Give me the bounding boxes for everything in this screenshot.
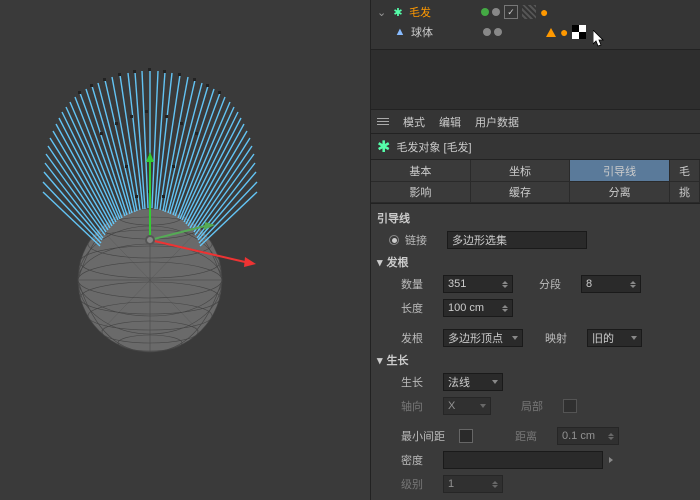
scene-render xyxy=(0,0,370,500)
count-label: 数量 xyxy=(401,276,437,292)
link-label: 链接 xyxy=(405,232,441,248)
attribute-menu: 模式 编辑 用户数据 xyxy=(371,110,700,134)
attribute-tabs-1: 基本 坐标 引导线 毛 xyxy=(371,160,700,182)
hair-object-icon: ✱ xyxy=(377,137,390,157)
local-checkbox xyxy=(563,399,577,413)
hierarchy-row-sphere[interactable]: ▲ 球体 ● xyxy=(371,22,700,42)
section-growth[interactable]: ▾生长 xyxy=(377,350,694,370)
object-name[interactable]: 球体 xyxy=(411,24,471,40)
density-label: 密度 xyxy=(401,452,437,468)
hierarchy-row-hair[interactable]: ⌄ ✱ 毛发 ✓ ● xyxy=(371,2,700,22)
object-title-bar: ✱ 毛发对象 [毛发] xyxy=(371,134,700,160)
hair-icon: ✱ xyxy=(391,5,405,19)
attributes-panel: ⌄ ✱ 毛发 ✓ ● ▲ 球体 ● 模式 编辑 用户数据 ✱ 毛发对象 [毛发]… xyxy=(370,0,700,500)
level-input: 1 xyxy=(443,475,503,493)
tab-basic[interactable]: 基本 xyxy=(371,160,471,182)
root-label: 发根 xyxy=(401,330,437,346)
attribute-tabs-2: 影响 缓存 分离 挑 xyxy=(371,182,700,204)
tab-advanced[interactable]: 挑 xyxy=(670,182,700,203)
axis-label: 轴向 xyxy=(401,398,437,414)
selection-tag-icon[interactable] xyxy=(546,28,556,37)
render-tag-icon[interactable] xyxy=(522,5,536,19)
minspace-checkbox[interactable] xyxy=(459,429,473,443)
growth-select[interactable]: 法线 xyxy=(443,373,503,391)
length-input[interactable]: 100 cm xyxy=(443,299,513,317)
menu-edit[interactable]: 编辑 xyxy=(439,114,461,130)
density-field[interactable] xyxy=(443,451,603,469)
object-name[interactable]: 毛发 xyxy=(409,4,469,20)
tab-coord[interactable]: 坐标 xyxy=(471,160,571,182)
segments-label: 分段 xyxy=(539,276,575,292)
segments-input[interactable]: 8 xyxy=(581,275,641,293)
tab-cache[interactable]: 缓存 xyxy=(471,182,571,203)
length-label: 长度 xyxy=(401,300,437,316)
distance-input: 0.1 cm xyxy=(557,427,619,445)
empty-area xyxy=(371,50,700,110)
tab-effects[interactable]: 影响 xyxy=(371,182,471,203)
checker-tag-icon[interactable] xyxy=(572,25,586,39)
menu-mode[interactable]: 模式 xyxy=(403,114,425,130)
arrow-icon[interactable] xyxy=(609,457,613,463)
section-roots[interactable]: ▾发根 xyxy=(377,252,694,272)
minspace-label: 最小间距 xyxy=(401,428,453,444)
growth-label: 生长 xyxy=(401,374,437,390)
object-title: 毛发对象 [毛发] xyxy=(396,139,471,155)
section-guides: 引导线 xyxy=(377,208,694,228)
expand-icon[interactable]: ⌄ xyxy=(377,6,387,19)
axis-select: X xyxy=(443,397,491,415)
local-label: 局部 xyxy=(521,398,557,414)
tab-hair[interactable]: 毛 xyxy=(670,160,700,182)
link-radio[interactable] xyxy=(389,235,399,245)
count-input[interactable]: 351 xyxy=(443,275,513,293)
level-label: 级别 xyxy=(401,476,437,492)
menu-userdata[interactable]: 用户数据 xyxy=(475,114,519,130)
tab-separate[interactable]: 分离 xyxy=(570,182,670,203)
tab-guides[interactable]: 引导线 xyxy=(570,160,670,182)
link-field[interactable]: 多边形选集 xyxy=(447,231,587,249)
visibility-toggle[interactable]: ✓ xyxy=(504,5,518,19)
3d-viewport[interactable] xyxy=(0,0,370,500)
map-label: 映射 xyxy=(545,330,581,346)
root-select[interactable]: 多边形顶点 xyxy=(443,329,523,347)
object-hierarchy[interactable]: ⌄ ✱ 毛发 ✓ ● ▲ 球体 ● xyxy=(371,0,700,50)
map-select[interactable]: 旧的 xyxy=(587,329,642,347)
hamburger-icon[interactable] xyxy=(377,118,389,125)
sphere-icon: ▲ xyxy=(393,25,407,39)
distance-label: 距离 xyxy=(515,428,551,444)
